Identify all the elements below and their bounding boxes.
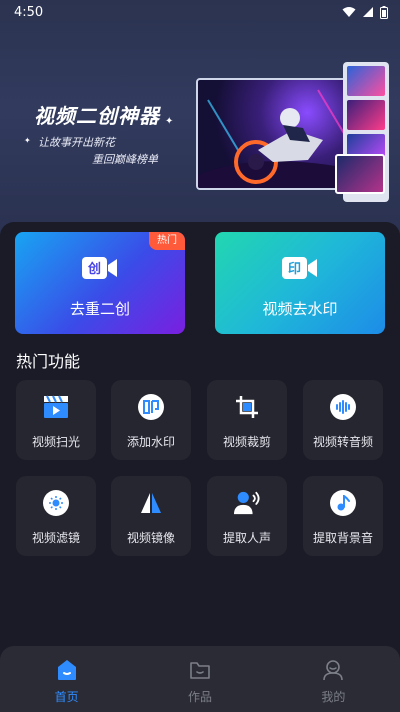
banner-title: 视频二创神器 bbox=[34, 104, 160, 128]
status-icons bbox=[342, 5, 388, 19]
home-icon bbox=[57, 660, 76, 680]
tab-profile[interactable]: 我的 bbox=[267, 646, 400, 712]
music-note-icon bbox=[330, 490, 356, 516]
banner-motorcycle-image bbox=[196, 78, 356, 190]
filter-icon bbox=[43, 490, 69, 516]
wifi-icon bbox=[342, 7, 356, 17]
tool-label: 提取人声 bbox=[222, 531, 271, 545]
video-create-icon: 创 bbox=[82, 257, 117, 279]
banner-subtitle: 让故事开出新花 bbox=[38, 136, 115, 149]
status-time: 4:50 bbox=[14, 4, 44, 20]
tool-video-crop[interactable]: 视频裁剪 bbox=[207, 380, 287, 460]
status-bar: 4:50 bbox=[0, 0, 400, 24]
tool-extract-background-music[interactable]: 提取背景音 bbox=[303, 476, 383, 556]
sparkle-icon: ✦ bbox=[165, 116, 174, 127]
voice-icon bbox=[234, 490, 260, 516]
tool-video-filter[interactable]: 视频滤镜 bbox=[16, 476, 96, 556]
tab-label: 作品 bbox=[187, 690, 212, 704]
tab-home[interactable]: 首页 bbox=[0, 646, 133, 712]
tab-works[interactable]: 作品 bbox=[133, 646, 266, 712]
video-watermark-icon: 印 bbox=[282, 257, 317, 279]
main-panel: 热门 创 去重二创 印 视频去水印 热门功能 视频扫光 添加水印 视频裁剪 视频… bbox=[0, 222, 400, 712]
sparkle-icon: ✦ bbox=[24, 136, 31, 145]
tab-label: 我的 bbox=[321, 690, 346, 704]
tool-video-sweep[interactable]: 视频扫光 bbox=[16, 380, 96, 460]
card-label: 视频去水印 bbox=[262, 300, 338, 318]
remove-watermark-card[interactable]: 印 视频去水印 bbox=[215, 232, 385, 334]
section-title: 热门功能 bbox=[16, 352, 81, 371]
tool-label: 视频裁剪 bbox=[222, 435, 271, 449]
tool-label: 提取背景音 bbox=[312, 531, 373, 545]
video-clapper-icon bbox=[43, 394, 69, 420]
tool-label: 视频滤镜 bbox=[31, 531, 80, 545]
bottom-tab-bar: 首页 作品 我的 bbox=[0, 646, 400, 712]
svg-text:印: 印 bbox=[288, 262, 301, 277]
signal-icon bbox=[363, 7, 373, 17]
tool-label: 视频镜像 bbox=[126, 531, 175, 545]
tool-label: 添加水印 bbox=[126, 435, 175, 449]
tool-label: 视频扫光 bbox=[31, 435, 80, 449]
tool-label: 视频转音频 bbox=[312, 435, 373, 449]
battery-icon bbox=[380, 5, 388, 19]
banner-thumbnail bbox=[335, 154, 385, 194]
audio-wave-icon bbox=[330, 394, 356, 420]
hot-badge: 热门 bbox=[149, 232, 185, 250]
tool-add-watermark[interactable]: 添加水印 bbox=[111, 380, 191, 460]
dedupe-remix-card[interactable]: 热门 创 去重二创 bbox=[15, 232, 185, 334]
crop-icon bbox=[234, 394, 260, 420]
promo-banner[interactable]: 视频二创神器 ✦ ✦ 让故事开出新花 重回巅峰榜单 bbox=[0, 56, 400, 206]
card-label: 去重二创 bbox=[69, 300, 130, 318]
banner-subtitle: 重回巅峰榜单 bbox=[92, 153, 158, 166]
tool-extract-voice[interactable]: 提取人声 bbox=[207, 476, 287, 556]
profile-icon bbox=[323, 660, 344, 681]
tab-label: 首页 bbox=[54, 690, 79, 704]
svg-text:创: 创 bbox=[87, 261, 101, 277]
watermark-icon bbox=[138, 394, 164, 420]
folder-icon bbox=[190, 662, 210, 679]
mirror-icon bbox=[138, 490, 164, 516]
tool-video-to-audio[interactable]: 视频转音频 bbox=[303, 380, 383, 460]
tool-video-mirror[interactable]: 视频镜像 bbox=[111, 476, 191, 556]
